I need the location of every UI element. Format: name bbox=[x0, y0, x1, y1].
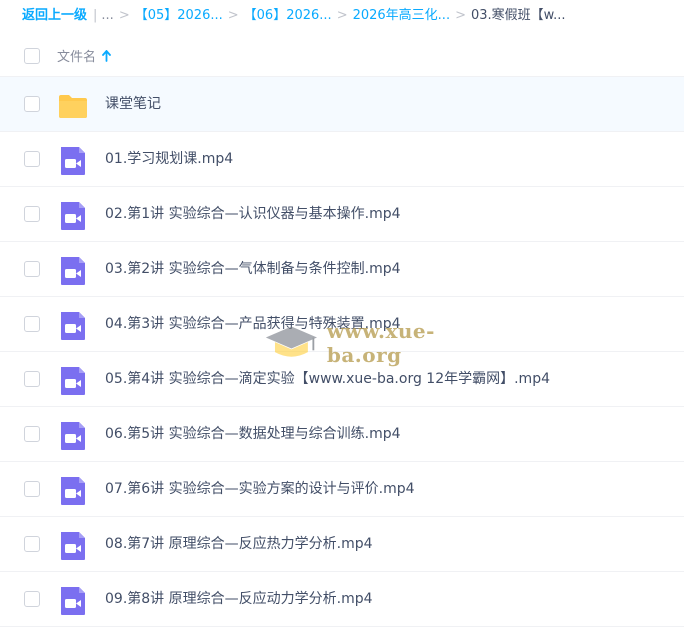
file-row[interactable]: 01.学习规划课.mp4 bbox=[0, 132, 684, 187]
file-row[interactable]: 08.第7讲 原理综合—反应热力学分析.mp4 bbox=[0, 517, 684, 572]
row-checkbox[interactable] bbox=[24, 206, 40, 222]
row-checkbox[interactable] bbox=[24, 316, 40, 332]
video-file-icon bbox=[57, 200, 89, 232]
file-name[interactable]: 04.第3讲 实验综合—产品获得与特殊装置.mp4 bbox=[105, 297, 401, 352]
video-file-icon bbox=[57, 310, 89, 342]
breadcrumb: 返回上一级 | ... > 【05】2026... > 【06】2026... … bbox=[22, 6, 684, 26]
video-file-icon bbox=[57, 145, 89, 177]
chevron-right-icon: > bbox=[455, 8, 466, 23]
chevron-right-icon: > bbox=[118, 8, 130, 23]
file-name[interactable]: 05.第4讲 实验综合—滴定实验【www.xue-ba.org 12年学霸网】.… bbox=[105, 352, 550, 407]
filename-column-label: 文件名 bbox=[57, 50, 97, 65]
file-name[interactable]: 09.第8讲 原理综合—反应动力学分析.mp4 bbox=[105, 572, 373, 627]
chevron-right-icon: > bbox=[336, 8, 348, 23]
file-name[interactable]: 07.第6讲 实验综合—实验方案的设计与评价.mp4 bbox=[105, 462, 415, 517]
file-list-header: 文件名 bbox=[0, 36, 684, 77]
file-name[interactable]: 01.学习规划课.mp4 bbox=[105, 132, 233, 187]
breadcrumb-item[interactable]: 【05】2026... bbox=[135, 6, 223, 26]
video-file-icon bbox=[57, 420, 89, 452]
breadcrumb-ellipsis[interactable]: ... bbox=[101, 6, 113, 26]
file-row[interactable]: 09.第8讲 原理综合—反应动力学分析.mp4 bbox=[0, 572, 684, 627]
file-row[interactable]: 课堂笔记 bbox=[0, 77, 684, 132]
row-checkbox[interactable] bbox=[24, 261, 40, 277]
row-checkbox[interactable] bbox=[24, 371, 40, 387]
row-checkbox[interactable] bbox=[24, 96, 40, 112]
folder-icon bbox=[57, 90, 89, 122]
row-checkbox[interactable] bbox=[24, 536, 40, 552]
file-name[interactable]: 08.第7讲 原理综合—反应热力学分析.mp4 bbox=[105, 517, 373, 572]
file-row[interactable]: 06.第5讲 实验综合—数据处理与综合训练.mp4 bbox=[0, 407, 684, 462]
video-file-icon bbox=[57, 585, 89, 617]
row-checkbox[interactable] bbox=[24, 151, 40, 167]
video-file-icon bbox=[57, 530, 89, 562]
video-file-icon bbox=[57, 255, 89, 287]
arrow-up-icon[interactable] bbox=[102, 49, 111, 62]
row-checkbox[interactable] bbox=[24, 591, 40, 607]
file-row[interactable]: 07.第6讲 实验综合—实验方案的设计与评价.mp4 bbox=[0, 462, 684, 517]
chevron-right-icon: > bbox=[227, 8, 239, 23]
file-list: 课堂笔记 01.学习规划课.mp4 02.第1讲 实验综合—认识仪器与基本操作.mp… bbox=[0, 77, 684, 627]
file-name[interactable]: 03.第2讲 实验综合—气体制备与条件控制.mp4 bbox=[105, 242, 401, 297]
row-checkbox[interactable] bbox=[24, 426, 40, 442]
breadcrumb-item[interactable]: 【06】2026... bbox=[244, 6, 332, 26]
file-row[interactable]: 02.第1讲 实验综合—认识仪器与基本操作.mp4 bbox=[0, 187, 684, 242]
breadcrumb-divider: | bbox=[93, 8, 98, 23]
select-all-checkbox[interactable] bbox=[24, 48, 40, 64]
video-file-icon bbox=[57, 365, 89, 397]
file-name[interactable]: 02.第1讲 实验综合—认识仪器与基本操作.mp4 bbox=[105, 187, 401, 242]
file-row[interactable]: 04.第3讲 实验综合—产品获得与特殊装置.mp4 bbox=[0, 297, 684, 352]
filename-column-header[interactable]: 文件名 bbox=[57, 46, 111, 65]
back-link[interactable]: 返回上一级 bbox=[22, 6, 87, 26]
video-file-icon bbox=[57, 475, 89, 507]
file-name[interactable]: 06.第5讲 实验综合—数据处理与综合训练.mp4 bbox=[105, 407, 401, 462]
breadcrumb-current: 03.寒假班【w... bbox=[470, 8, 566, 23]
row-checkbox[interactable] bbox=[24, 481, 40, 497]
file-row[interactable]: 05.第4讲 实验综合—滴定实验【www.xue-ba.org 12年学霸网】.… bbox=[0, 352, 684, 407]
file-row[interactable]: 03.第2讲 实验综合—气体制备与条件控制.mp4 bbox=[0, 242, 684, 297]
file-name[interactable]: 课堂笔记 bbox=[105, 77, 161, 132]
breadcrumb-item[interactable]: 2026年高三化... bbox=[353, 6, 450, 26]
